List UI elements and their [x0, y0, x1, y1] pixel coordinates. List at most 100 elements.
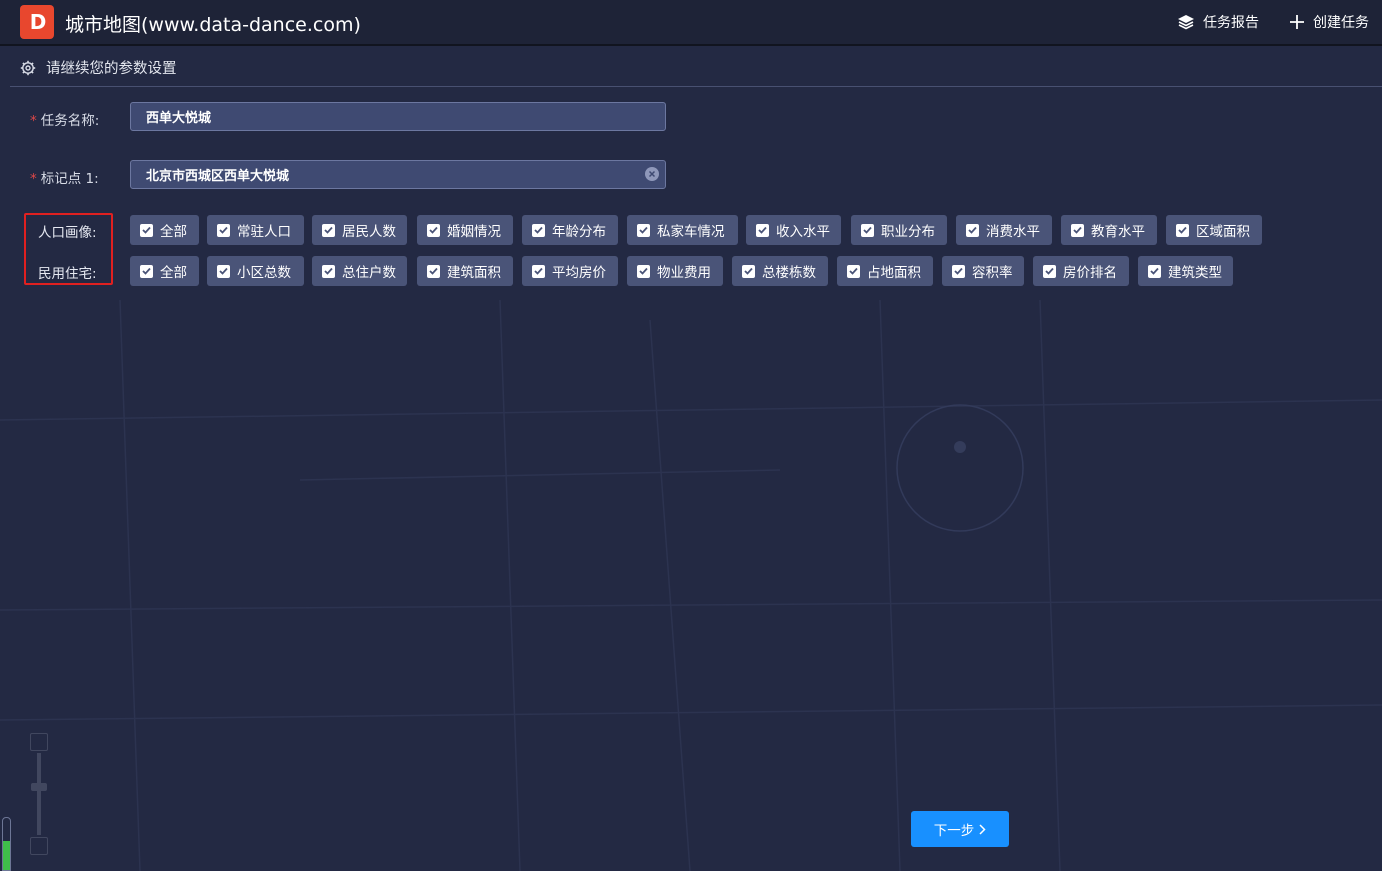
- check-icon: [532, 264, 545, 278]
- check-icon: [217, 223, 230, 237]
- check-icon: [847, 264, 860, 278]
- check-icon: [637, 264, 650, 278]
- marker-input[interactable]: [130, 160, 666, 189]
- zoom-track: [37, 753, 41, 835]
- population-option-age[interactable]: 年龄分布: [522, 215, 618, 245]
- task-report-label: 任务报告: [1203, 15, 1259, 31]
- housing-option-label: 容积率: [972, 265, 1013, 281]
- check-icon: [1071, 223, 1084, 237]
- housing-option-plot-ratio[interactable]: 容积率: [942, 256, 1024, 286]
- check-icon: [140, 223, 153, 237]
- housing-option-label: 物业费用: [657, 265, 711, 281]
- layers-icon: [1178, 15, 1194, 30]
- housing-option-label: 建筑面积: [447, 265, 501, 281]
- population-option-income[interactable]: 收入水平: [746, 215, 841, 245]
- population-option-label: 消费水平: [986, 224, 1040, 240]
- housing-option-all[interactable]: 全部: [130, 256, 199, 286]
- zoom-out-button[interactable]: [30, 837, 48, 855]
- housing-option-label: 全部: [160, 265, 187, 281]
- section-divider: [10, 86, 1382, 87]
- level-meter: [2, 817, 11, 871]
- chevron-right-icon: [979, 823, 986, 835]
- housing-option-label: 总楼栋数: [762, 265, 816, 281]
- housing-option-floor-area[interactable]: 建筑面积: [417, 256, 513, 286]
- logo-text: D: [29, 10, 47, 34]
- task-name-input[interactable]: [130, 102, 666, 131]
- population-option-label: 收入水平: [776, 224, 830, 240]
- check-icon: [1176, 223, 1189, 237]
- app-header: D 城市地图(www.data-dance.com) 任务报告 创建任务: [0, 0, 1382, 46]
- population-option-label: 婚姻情况: [447, 224, 501, 240]
- population-option-marriage[interactable]: 婚姻情况: [417, 215, 513, 245]
- population-option-consumption[interactable]: 消费水平: [956, 215, 1052, 245]
- population-option-label: 全部: [160, 224, 187, 240]
- population-option-resident[interactable]: 常驻人口: [207, 215, 304, 245]
- population-option-all[interactable]: 全部: [130, 215, 199, 245]
- check-icon: [322, 223, 335, 237]
- section-title: 请继续您的参数设置: [20, 57, 177, 78]
- population-option-residents-count[interactable]: 居民人数: [312, 215, 407, 245]
- check-icon: [427, 223, 440, 237]
- population-option-occupation[interactable]: 职业分布: [851, 215, 947, 245]
- section-title-text: 请继续您的参数设置: [46, 61, 177, 77]
- check-icon: [861, 223, 874, 237]
- housing-option-label: 房价排名: [1063, 265, 1117, 281]
- map-zoom-control[interactable]: [30, 733, 48, 855]
- check-icon: [742, 264, 755, 278]
- next-step-label: 下一步: [933, 823, 975, 838]
- population-option-label: 职业分布: [881, 224, 935, 240]
- check-icon: [1043, 264, 1056, 278]
- check-icon: [322, 264, 335, 278]
- housing-option-label: 总住户数: [342, 265, 396, 281]
- check-icon: [140, 264, 153, 278]
- housing-option-label: 平均房价: [552, 265, 606, 281]
- required-mark: *: [30, 113, 37, 129]
- zoom-handle[interactable]: [31, 783, 47, 791]
- housing-option-households[interactable]: 总住户数: [312, 256, 407, 286]
- housing-option-avg-price[interactable]: 平均房价: [522, 256, 618, 286]
- plus-icon: [1290, 15, 1304, 29]
- level-meter-fill: [3, 841, 10, 870]
- app-title: 城市地图(www.data-dance.com): [65, 14, 361, 36]
- gear-icon: [20, 60, 36, 75]
- housing-option-land-area[interactable]: 占地面积: [837, 256, 933, 286]
- population-option-car[interactable]: 私家车情况: [627, 215, 738, 245]
- population-option-label: 私家车情况: [657, 224, 725, 240]
- housing-option-label: 建筑类型: [1168, 265, 1222, 281]
- housing-option-building-type[interactable]: 建筑类型: [1138, 256, 1233, 286]
- population-option-label: 居民人数: [342, 224, 396, 240]
- population-label: 人口画像:: [38, 225, 97, 241]
- clear-icon[interactable]: [645, 167, 659, 181]
- housing-option-property-fee[interactable]: 物业费用: [627, 256, 723, 286]
- check-icon: [756, 223, 769, 237]
- zoom-in-button[interactable]: [30, 733, 48, 751]
- check-icon: [532, 223, 545, 237]
- population-option-label: 年龄分布: [552, 224, 606, 240]
- housing-option-price-rank[interactable]: 房价排名: [1033, 256, 1129, 286]
- check-icon: [427, 264, 440, 278]
- check-icon: [637, 223, 650, 237]
- next-step-button[interactable]: 下一步: [911, 811, 1009, 847]
- population-option-label: 区域面积: [1196, 224, 1250, 240]
- task-name-label-text: 任务名称:: [40, 113, 100, 129]
- create-task-label: 创建任务: [1313, 15, 1369, 31]
- housing-option-community-count[interactable]: 小区总数: [207, 256, 304, 286]
- marker-label-text: 标记点 1:: [40, 171, 99, 187]
- housing-option-buildings[interactable]: 总楼栋数: [732, 256, 828, 286]
- population-option-label: 教育水平: [1091, 224, 1145, 240]
- check-icon: [966, 223, 979, 237]
- check-icon: [217, 264, 230, 278]
- housing-label: 民用住宅:: [38, 266, 97, 282]
- population-option-label: 常驻人口: [237, 224, 291, 240]
- required-mark: *: [30, 171, 37, 187]
- create-task-button[interactable]: 创建任务: [1289, 12, 1369, 32]
- population-option-area[interactable]: 区域面积: [1166, 215, 1262, 245]
- check-icon: [952, 264, 965, 278]
- housing-option-label: 占地面积: [867, 265, 921, 281]
- population-option-education[interactable]: 教育水平: [1061, 215, 1157, 245]
- logo[interactable]: D: [20, 5, 54, 39]
- check-icon: [1148, 264, 1161, 278]
- marker-label: * 标记点 1:: [30, 167, 99, 187]
- task-report-button[interactable]: 任务报告: [1177, 12, 1259, 32]
- housing-option-label: 小区总数: [237, 265, 291, 281]
